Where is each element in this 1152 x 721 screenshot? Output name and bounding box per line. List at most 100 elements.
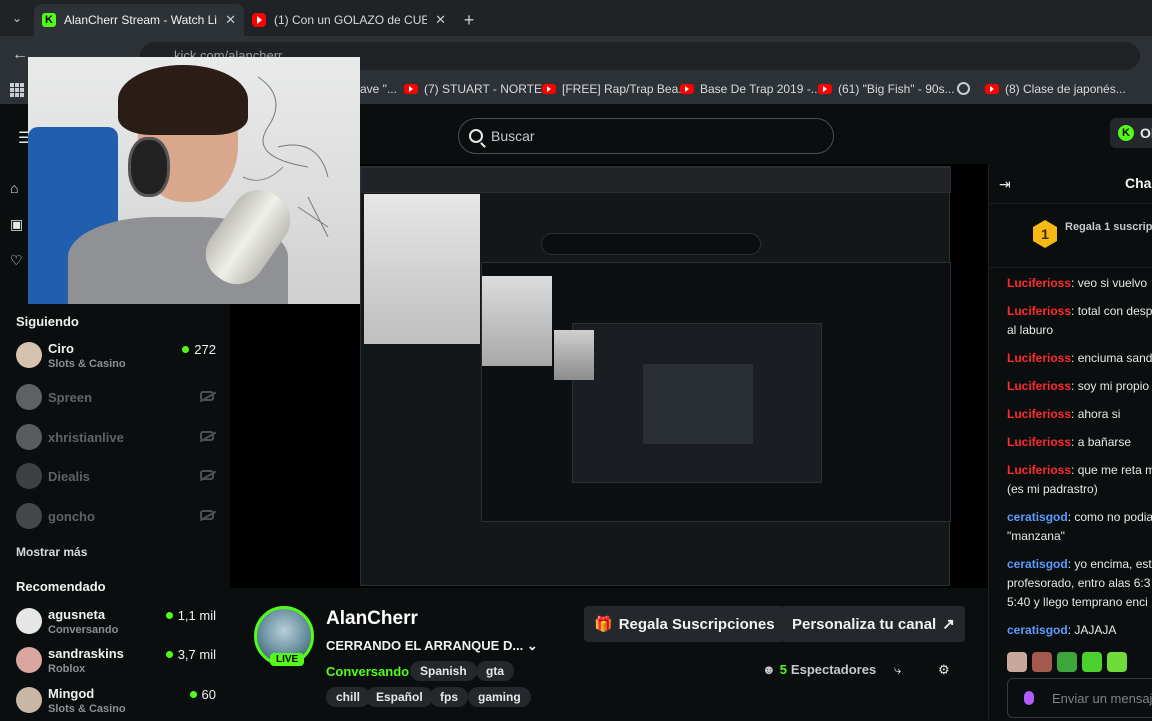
kick-favicon-icon: K: [42, 13, 56, 27]
bookmark[interactable]: [957, 82, 970, 95]
channel-category: Slots & Casino: [48, 703, 126, 715]
avatar: [16, 687, 42, 713]
youtube-icon: [680, 84, 694, 94]
live-badge: LIVE: [270, 653, 305, 666]
chat-messages: Luciferioss: veo si vuelvo Luciferioss: …: [1007, 274, 1152, 649]
sidebar-item-ciro[interactable]: Ciro Slots & Casino 272: [16, 340, 216, 376]
youtube-icon: [985, 84, 999, 94]
channel-name: Spreen: [48, 390, 93, 405]
bookmark[interactable]: (7) STUART - NORTE...: [404, 82, 552, 96]
collapse-chat-icon[interactable]: ⇥: [999, 176, 1011, 193]
sidebar-item-mingod[interactable]: Mingod Slots & Casino 60: [16, 685, 216, 721]
gift-subs-button[interactable]: 🎁 Regala Suscripciones: [584, 606, 785, 642]
chat-text: JAJAJA: [1074, 623, 1117, 637]
emote-row: [1007, 652, 1127, 672]
following-heading: Siguiendo: [16, 314, 79, 329]
viewer-count: 3,7 mil: [165, 647, 216, 662]
chat-username[interactable]: Luciferioss: [1007, 351, 1071, 365]
emote-icon[interactable]: [1107, 652, 1127, 672]
chat-username[interactable]: Luciferioss: [1007, 276, 1071, 290]
tag-chill[interactable]: chill: [326, 687, 371, 707]
chat-text: soy mi propio: [1077, 379, 1150, 393]
tab-label: AlanCherr Stream - Watch Live o: [64, 13, 217, 27]
chat-username[interactable]: Luciferioss: [1007, 435, 1071, 449]
sidebar: Siguiendo Ciro Slots & Casino 272 Spreen…: [0, 300, 230, 720]
channel-name: xhristianlive: [48, 430, 124, 445]
channel-name[interactable]: AlanCherr: [326, 608, 418, 630]
chat-text: ahora si: [1077, 407, 1121, 421]
channel-name: sandraskins: [48, 646, 124, 661]
stream-category[interactable]: Conversando: [326, 664, 409, 679]
person-hair: [118, 65, 248, 135]
youtube-icon: [404, 84, 418, 94]
emote-icon[interactable]: [1082, 652, 1102, 672]
chat-username[interactable]: ceratisgod: [1007, 510, 1068, 524]
chat-username[interactable]: ceratisgod: [1007, 557, 1068, 571]
chat-username[interactable]: Luciferioss: [1007, 407, 1071, 421]
tag-gaming[interactable]: gaming: [468, 687, 531, 707]
get-kick-button[interactable]: K Ob: [1110, 118, 1152, 148]
chat-username[interactable]: ceratisgod: [1007, 623, 1068, 637]
chat-username[interactable]: Luciferioss: [1007, 463, 1071, 477]
new-tab-button[interactable]: +: [454, 4, 484, 36]
stream-info: LIVE AlanCherr CERRANDO EL ARRANQUE D...…: [230, 588, 988, 720]
recommended-heading: Recomendado: [16, 579, 106, 594]
sidebar-item-sandraskins[interactable]: sandraskins Roblox 3,7 mil: [16, 645, 216, 681]
search-icon: [469, 129, 483, 143]
bookmark[interactable]: [FREE] Rap/Trap Bea...: [542, 82, 688, 96]
offline-icon: [200, 431, 214, 441]
home-icon[interactable]: ⌂: [10, 180, 30, 216]
avatar: [16, 463, 42, 489]
show-more-link[interactable]: Mostrar más: [16, 545, 87, 559]
tag-fps[interactable]: fps: [430, 687, 468, 707]
tab-close-icon[interactable]: ✕: [225, 12, 236, 28]
nested-stream-frame-3: [572, 323, 822, 483]
sidebar-item-diealis[interactable]: Diealis: [16, 461, 216, 497]
tag-spanish[interactable]: Spanish: [410, 661, 477, 681]
browser-tab-kick[interactable]: K AlanCherr Stream - Watch Live o ✕: [34, 4, 244, 36]
back-arrow-icon[interactable]: ←: [12, 46, 28, 64]
apps-grid-icon[interactable]: [10, 83, 24, 97]
microphone-icon[interactable]: [1024, 691, 1034, 705]
bookmark[interactable]: ave "...: [360, 82, 397, 96]
pinned-gift-banner[interactable]: 1 Regala 1 suscrip posición 1: [989, 204, 1152, 268]
customize-channel-button[interactable]: Personaliza tu canal ↗: [782, 606, 965, 642]
chat-title: Cha: [1125, 175, 1152, 191]
avatar: [16, 647, 42, 673]
search-input[interactable]: Buscar: [458, 118, 834, 154]
bookmark[interactable]: Base De Trap 2019 -...: [680, 82, 821, 96]
sidebar-item-spreen[interactable]: Spreen: [16, 382, 216, 418]
viewer-count: 60: [189, 687, 216, 702]
webcam-overlay: [28, 57, 360, 304]
share-icon[interactable]: ⤷: [894, 662, 901, 678]
sidebar-item-agusneta[interactable]: agusneta Conversando 1,1 mil: [16, 606, 216, 642]
chat-message: Luciferioss: soy mi propio: [1007, 379, 1150, 393]
bookmark[interactable]: (8) Clase de japonés...: [985, 82, 1126, 96]
pinned-text: Regala 1 suscrip posición 1: [1065, 221, 1152, 233]
following-heart-icon[interactable]: ♡: [10, 252, 30, 288]
chat-username[interactable]: Luciferioss: [1007, 304, 1071, 318]
tab-search-chevron-icon[interactable]: ⌄: [0, 0, 34, 36]
user-settings-icon[interactable]: ⚙: [938, 662, 950, 678]
chevron-down-icon[interactable]: ⌄: [527, 638, 538, 653]
tag-gta[interactable]: gta: [476, 661, 514, 681]
emote-icon[interactable]: [1007, 652, 1027, 672]
sidebar-item-xhristianlive[interactable]: xhristianlive: [16, 422, 216, 458]
stream-title-text: CERRANDO EL ARRANQUE D...: [326, 638, 524, 653]
tab-close-icon[interactable]: ✕: [435, 12, 446, 28]
emote-icon[interactable]: [1057, 652, 1077, 672]
channel-name: agusneta: [48, 607, 106, 622]
chat-message-input[interactable]: Enviar un mensaj: [1007, 678, 1152, 718]
chat-username[interactable]: Luciferioss: [1007, 379, 1071, 393]
browser-tab-youtube[interactable]: (1) Con un GOLAZO de CUELLO ✕: [244, 4, 454, 36]
gift-icon: 🎁: [594, 616, 613, 633]
tag-espanol[interactable]: Español: [366, 687, 433, 707]
browser-tab-bar: ⌄ K AlanCherr Stream - Watch Live o ✕ (1…: [0, 0, 1152, 36]
live-dot-icon: [165, 651, 173, 658]
browse-icon[interactable]: ▣: [10, 216, 30, 252]
kick-logo-icon: K: [1118, 125, 1134, 141]
emote-icon[interactable]: [1032, 652, 1052, 672]
channel-category: Conversando: [48, 624, 119, 636]
bookmark[interactable]: (61) "Big Fish" - 90s...: [818, 82, 955, 96]
sidebar-item-goncho[interactable]: goncho: [16, 501, 216, 537]
